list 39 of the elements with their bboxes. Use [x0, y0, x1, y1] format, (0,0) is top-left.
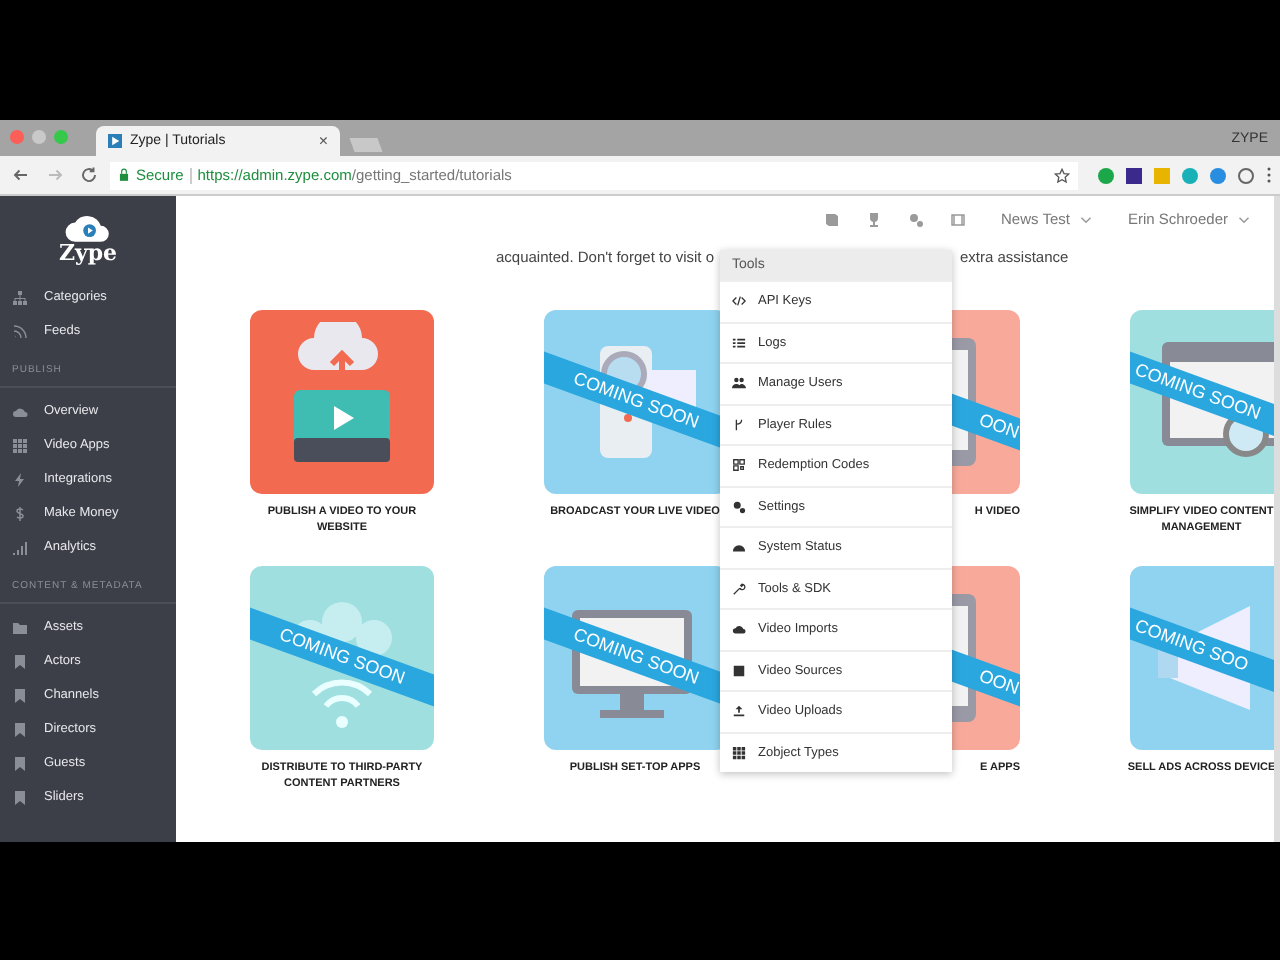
back-arrow-icon[interactable]: [12, 166, 30, 184]
logo-text: Zype: [58, 242, 118, 264]
tutorial-card[interactable]: [250, 310, 434, 494]
square-icon: [732, 663, 746, 678]
star-icon[interactable]: [1054, 167, 1070, 183]
bookmark-icon: [12, 653, 28, 669]
menu-icon[interactable]: [1266, 166, 1272, 184]
cloud-logo-icon: [64, 216, 112, 242]
grid-icon: [732, 745, 746, 760]
bookmark-icon: [12, 789, 28, 805]
code-icon: [732, 294, 746, 309]
bolt-icon: [12, 471, 28, 487]
reload-icon[interactable]: [80, 166, 98, 184]
forward-arrow-icon[interactable]: [46, 166, 64, 184]
rss-icon: [12, 323, 28, 339]
fork-icon: [732, 417, 746, 432]
bookmark-icon: [12, 721, 28, 737]
list-icon: [732, 335, 746, 350]
sitemap-icon: [12, 289, 28, 305]
folder-icon: [12, 619, 28, 635]
bookmark-icon: [12, 687, 28, 703]
caret-icon: [1238, 215, 1250, 223]
play-logo-icon: [108, 134, 122, 148]
bookmark-icon: [12, 755, 28, 771]
lock-icon: [118, 168, 130, 182]
upload-icon: [732, 704, 746, 719]
trophy-icon[interactable]: [865, 211, 881, 227]
minimize-window-icon[interactable]: [32, 130, 46, 144]
qr-code-icon: [732, 458, 746, 473]
users-icon: [732, 376, 746, 391]
caret-icon: [1079, 215, 1092, 223]
grid-icon: [12, 437, 28, 453]
bar-chart-icon: [12, 539, 28, 555]
film-icon[interactable]: [949, 211, 965, 227]
tab-close-button[interactable]: ×: [318, 132, 328, 150]
cloud-icon: [12, 403, 28, 419]
new-tab-button[interactable]: [349, 138, 383, 152]
cloud-icon: [732, 622, 746, 637]
dollar-icon: [12, 505, 28, 521]
